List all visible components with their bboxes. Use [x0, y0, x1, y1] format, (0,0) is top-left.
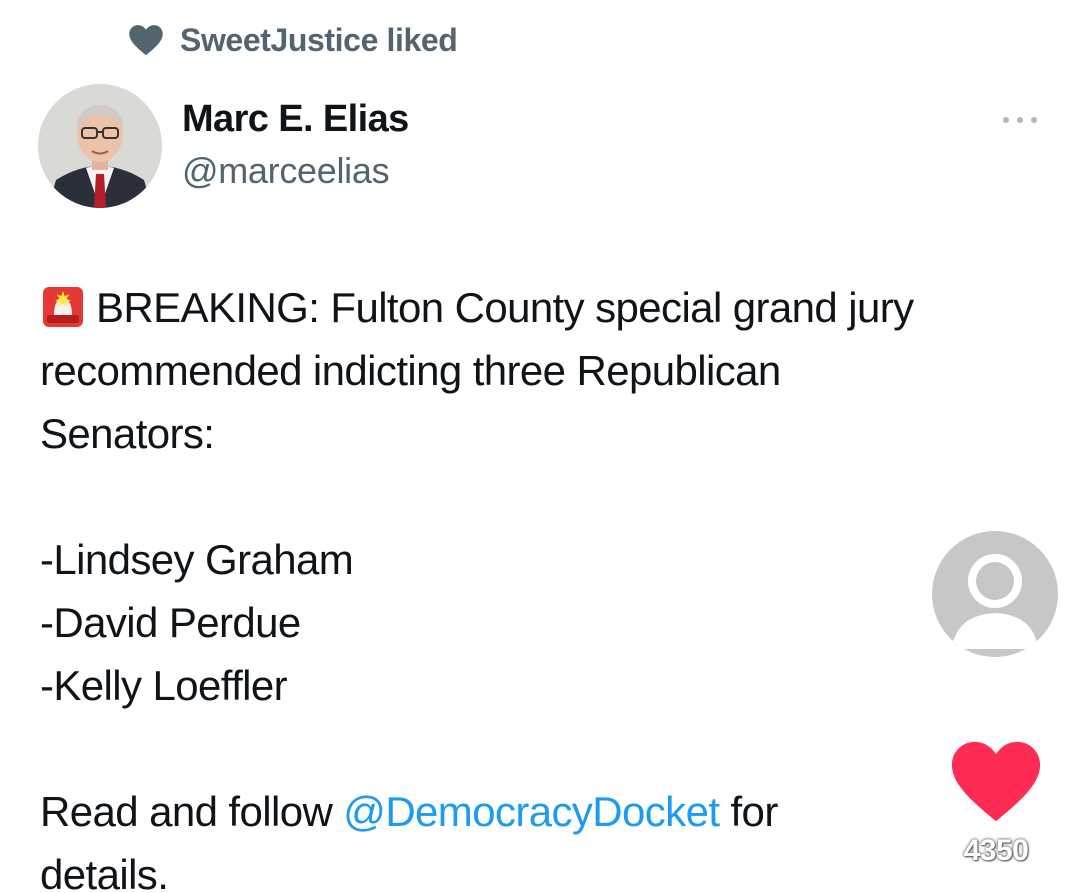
heart-icon	[951, 741, 1041, 822]
author-display-name[interactable]: Marc E. Elias	[182, 98, 409, 141]
rotating-light-icon	[40, 284, 86, 330]
more-options-icon[interactable]	[1000, 112, 1040, 128]
default-profile-icon[interactable]	[932, 531, 1058, 657]
heart-icon	[128, 24, 164, 56]
like-count: 4350	[963, 834, 1029, 867]
cta-text: Read and follow	[40, 788, 344, 835]
tweet-cta-line-2: details.	[40, 851, 169, 893]
tweet-line: BREAKING: Fulton County special grand ju…	[40, 276, 1030, 339]
tweet-line-3: Senators:	[40, 410, 215, 457]
list-item: -David Perdue	[40, 599, 301, 646]
tweet-screenshot: SweetJustice liked Marc E. Elias @marcee…	[0, 0, 1080, 893]
cta-text: for	[719, 788, 778, 835]
mention-link[interactable]: @DemocracyDocket	[343, 788, 720, 835]
social-context: SweetJustice liked	[128, 20, 458, 60]
social-context-text: SweetJustice liked	[180, 21, 458, 58]
tweet-cta-line: Read and follow @DemocracyDocket for	[40, 780, 1030, 843]
tweet-text: BREAKING: Fulton County special grand ju…	[40, 276, 1030, 893]
tweet-line-1: BREAKING: Fulton County special grand ju…	[96, 284, 914, 331]
author-avatar[interactable]	[38, 84, 162, 208]
list-item: -Kelly Loeffler	[40, 662, 288, 709]
like-button[interactable]	[950, 738, 1042, 824]
author-handle[interactable]: @marceelias	[182, 150, 390, 192]
tweet-line-2: recommended indicting three Republican	[40, 347, 781, 394]
list-item: -Lindsey Graham	[40, 536, 354, 583]
